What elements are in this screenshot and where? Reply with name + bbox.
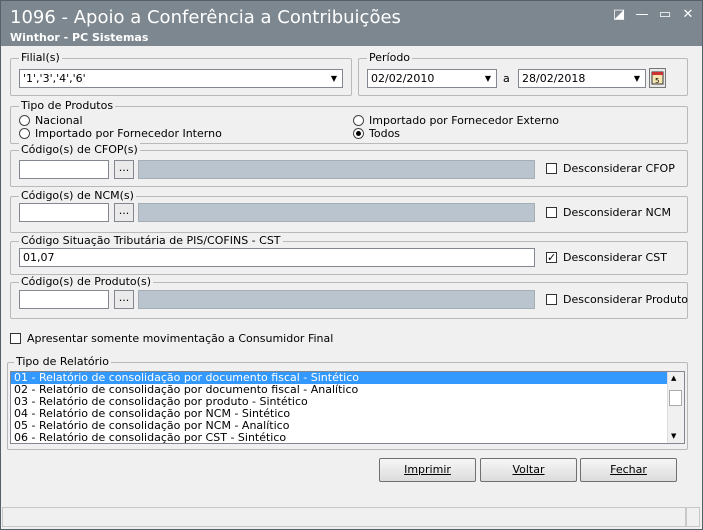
radio-nacional[interactable] <box>19 115 30 126</box>
filial-select[interactable]: '1','3','4','6' ▼ <box>19 69 343 88</box>
list-item[interactable]: 06 - Relatório de consolidação por CST -… <box>11 432 684 444</box>
radio-importado-interno-label[interactable]: Importado por Fornecedor Interno <box>35 127 222 140</box>
maximize-icon[interactable]: ▭ <box>657 7 673 23</box>
minimize-icon[interactable]: — <box>634 7 650 23</box>
cfop-lookup-button[interactable]: ... <box>114 160 134 179</box>
status-bar-grip <box>686 507 700 527</box>
relatorio-scrollbar[interactable]: ▲ ▼ <box>667 372 684 443</box>
produto-label: Código(s) de Produto(s) <box>19 275 153 288</box>
chevron-down-icon[interactable]: ▼ <box>328 72 340 85</box>
close-icon[interactable]: ✕ <box>680 7 696 23</box>
chevron-down-icon[interactable]: ▼ <box>631 72 643 85</box>
radio-importado-externo[interactable] <box>353 115 364 126</box>
produto-input[interactable] <box>19 290 109 309</box>
ncm-input[interactable] <box>19 203 109 222</box>
cfop-checkbox[interactable] <box>546 163 557 174</box>
print-button-label: Imprimir <box>404 463 451 476</box>
window-title: 1096 - Apoio a Conferência a Contribuiçõ… <box>10 7 401 28</box>
cst-input[interactable]: 01,07 <box>19 248 535 267</box>
status-bar <box>2 507 686 527</box>
produto-lookup-button[interactable]: ... <box>114 290 134 309</box>
title-bar[interactable]: 1096 - Apoio a Conferência a Contribuiçõ… <box>1 1 702 46</box>
periodo-end-field[interactable]: 28/02/2018 ▼ <box>518 69 646 88</box>
scroll-down-icon[interactable]: ▼ <box>671 432 676 440</box>
radio-todos[interactable] <box>353 128 364 139</box>
cst-label: Código Situação Tributária de PIS/COFINS… <box>19 234 283 247</box>
restore-icon[interactable]: ◪ <box>611 7 627 23</box>
back-button[interactable]: Voltar <box>480 458 577 482</box>
radio-nacional-label[interactable]: Nacional <box>35 114 83 127</box>
back-button-label: Voltar <box>512 463 545 476</box>
periodo-end-value: 28/02/2018 <box>522 72 586 85</box>
cst-value: 01,07 <box>23 251 55 264</box>
radio-todos-label[interactable]: Todos <box>369 127 400 140</box>
main-window: 1096 - Apoio a Conferência a Contribuiçõ… <box>0 0 703 530</box>
cfop-description-field <box>138 160 535 179</box>
periodo-separator: a <box>503 72 510 85</box>
radio-importado-interno[interactable] <box>19 128 30 139</box>
consumidor-final-label[interactable]: Apresentar somente movimentação a Consum… <box>27 332 333 345</box>
relatorio-listbox[interactable]: 01 - Relatório de consolidação por docum… <box>10 371 685 444</box>
periodo-start-field[interactable]: 02/02/2010 ▼ <box>367 69 497 88</box>
calendar-icon[interactable]: 5 <box>649 68 666 88</box>
cfop-input[interactable] <box>19 160 109 179</box>
cfop-check-label[interactable]: Desconsiderar CFOP <box>563 162 675 175</box>
ncm-check-label[interactable]: Desconsiderar NCM <box>563 206 671 219</box>
produto-checkbox[interactable] <box>546 294 557 305</box>
ncm-description-field <box>138 203 535 222</box>
ncm-label: Código(s) de NCM(s) <box>19 189 136 202</box>
svg-text:5: 5 <box>655 77 659 85</box>
close-button[interactable]: Fechar <box>580 458 677 482</box>
filial-label: Filial(s) <box>19 51 62 64</box>
scroll-up-icon[interactable]: ▲ <box>671 374 676 382</box>
window-subtitle: Winthor - PC Sistemas <box>10 31 149 44</box>
periodo-label: Período <box>367 51 413 64</box>
scroll-thumb[interactable] <box>669 390 682 406</box>
tipo-produtos-label: Tipo de Produtos <box>19 99 116 112</box>
chevron-down-icon[interactable]: ▼ <box>482 72 494 85</box>
cst-checkbox[interactable]: ✓ <box>546 252 557 263</box>
periodo-start-value: 02/02/2010 <box>371 72 435 85</box>
radio-importado-externo-label[interactable]: Importado por Fornecedor Externo <box>369 114 559 127</box>
close-button-label: Fechar <box>610 463 647 476</box>
produto-description-field <box>138 290 535 309</box>
filial-value: '1','3','4','6' <box>23 72 86 85</box>
print-button[interactable]: Imprimir <box>379 458 476 482</box>
cfop-label: Código(s) de CFOP(s) <box>19 143 140 156</box>
consumidor-final-checkbox[interactable] <box>10 333 21 344</box>
ncm-lookup-button[interactable]: ... <box>114 203 134 222</box>
relatorio-label: Tipo de Relatório <box>14 355 111 368</box>
cst-check-label[interactable]: Desconsiderar CST <box>563 251 667 264</box>
produto-check-label[interactable]: Desconsiderar Produto <box>563 293 688 306</box>
ncm-checkbox[interactable] <box>546 207 557 218</box>
